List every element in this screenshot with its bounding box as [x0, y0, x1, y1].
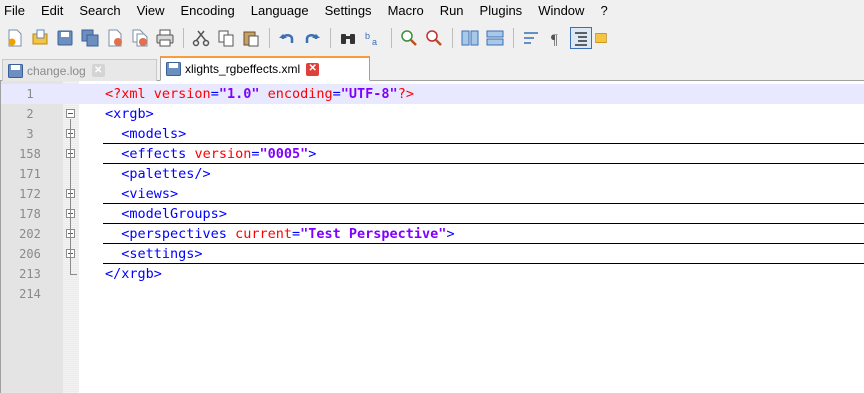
line-number: 172 [19, 187, 41, 201]
menu-edit[interactable]: Edit [33, 0, 71, 22]
menu-run[interactable]: Run [432, 0, 472, 22]
redo-icon[interactable] [301, 27, 323, 49]
save-all-icon[interactable] [79, 27, 101, 49]
file-saved-icon [166, 62, 181, 76]
menu-window[interactable]: Window [530, 0, 592, 22]
code-text: <views> [121, 186, 179, 202]
menu-settings[interactable]: Settings [317, 0, 380, 22]
tab-change-log[interactable]: change.log ✕ [2, 59, 157, 81]
toolbar: ba ¶ [0, 24, 864, 52]
line-number: 158 [19, 147, 41, 161]
svg-text:b: b [365, 31, 370, 41]
cut-icon[interactable] [190, 27, 212, 49]
indent-guide-icon[interactable] [570, 27, 592, 49]
paste-icon[interactable] [240, 27, 262, 49]
menu-bar: File Edit Search View Encoding Language … [0, 0, 864, 22]
code-text: <palettes/> [121, 166, 211, 182]
toolbar-separator [513, 28, 514, 48]
save-icon[interactable] [54, 27, 76, 49]
code-text: <perspectives current="Test Perspective"… [121, 226, 455, 242]
code-text: <modelGroups> [121, 206, 227, 222]
sync-horizontal-icon[interactable] [484, 27, 506, 49]
code-text: </xrgb> [105, 266, 162, 282]
open-file-icon[interactable] [29, 27, 51, 49]
editor[interactable]: 1 <?xml version="1.0" encoding="UTF-8"?> 2… [0, 81, 864, 393]
code-line[interactable]: 3 <models> [1, 124, 864, 144]
undo-icon[interactable] [276, 27, 298, 49]
toolbar-separator [183, 28, 184, 48]
tab-xlights-rgbeffects[interactable]: xlights_rgbeffects.xml ✕ [160, 56, 370, 81]
svg-text:¶: ¶ [551, 32, 558, 47]
tab-label: xlights_rgbeffects.xml [185, 62, 301, 76]
code-line[interactable]: 171 <palettes/> [1, 164, 864, 184]
toolbar-separator [330, 28, 331, 48]
toolbar-separator [391, 28, 392, 48]
fold-collapse-icon[interactable] [66, 109, 75, 118]
menu-file[interactable]: File [0, 0, 33, 22]
show-all-chars-icon[interactable]: ¶ [545, 27, 567, 49]
sync-vertical-icon[interactable] [459, 27, 481, 49]
line-number: 171 [19, 167, 41, 181]
line-number: 3 [26, 127, 34, 141]
line-number: 1 [26, 87, 34, 101]
word-wrap-icon[interactable] [520, 27, 542, 49]
tab-bar: change.log ✕ xlights_rgbeffects.xml ✕ [0, 53, 864, 81]
print-icon[interactable] [154, 27, 176, 49]
menu-search[interactable]: Search [71, 0, 128, 22]
toolbar-separator [269, 28, 270, 48]
code-text: <models> [121, 126, 187, 142]
menu-help[interactable]: ? [592, 0, 615, 22]
document-map-icon[interactable] [595, 27, 607, 49]
code-line[interactable]: 202 <perspectives current="Test Perspect… [1, 224, 864, 244]
tab-label: change.log [27, 63, 86, 78]
code-text: <effects version="0005"> [121, 146, 317, 162]
zoom-in-icon[interactable] [398, 27, 420, 49]
code-line[interactable]: 1 <?xml version="1.0" encoding="UTF-8"?> [1, 84, 864, 104]
menu-plugins[interactable]: Plugins [472, 0, 531, 22]
line-number: 202 [19, 227, 41, 241]
menu-macro[interactable]: Macro [380, 0, 432, 22]
menu-encoding[interactable]: Encoding [173, 0, 243, 22]
fold-end-marker [70, 274, 77, 275]
code-line[interactable]: 158 <effects version="0005"> [1, 144, 864, 164]
line-number: 213 [19, 267, 41, 281]
new-file-icon[interactable] [4, 27, 26, 49]
code-text: <xrgb> [105, 106, 154, 122]
code-line[interactable]: 213 </xrgb> [1, 264, 864, 284]
close-all-icon[interactable] [129, 27, 151, 49]
line-number: 206 [19, 247, 41, 261]
zoom-out-icon[interactable] [423, 27, 445, 49]
line-number: 2 [26, 107, 34, 121]
menu-view[interactable]: View [129, 0, 173, 22]
close-tab-icon[interactable]: ✕ [91, 64, 105, 77]
code-line[interactable]: 172 <views> [1, 184, 864, 204]
copy-icon[interactable] [215, 27, 237, 49]
line-number: 214 [19, 287, 41, 301]
svg-text:a: a [372, 37, 377, 47]
code-line[interactable]: 206 <settings> [1, 244, 864, 264]
code-text: <settings> [121, 246, 203, 262]
toolbar-separator [452, 28, 453, 48]
close-file-icon[interactable] [104, 27, 126, 49]
close-tab-icon[interactable]: ✕ [306, 62, 320, 76]
menu-language[interactable]: Language [243, 0, 317, 22]
code-line[interactable]: 178 <modelGroups> [1, 204, 864, 224]
code-text: <?xml version="1.0" encoding="UTF-8"?> [105, 86, 414, 102]
replace-icon[interactable]: ba [362, 27, 384, 49]
code-line[interactable]: 214 [1, 284, 864, 304]
fold-guide [70, 119, 71, 274]
line-number: 178 [19, 207, 41, 221]
code-line[interactable]: 2 <xrgb> [1, 104, 864, 124]
find-icon[interactable] [337, 27, 359, 49]
file-saved-icon [8, 63, 23, 78]
